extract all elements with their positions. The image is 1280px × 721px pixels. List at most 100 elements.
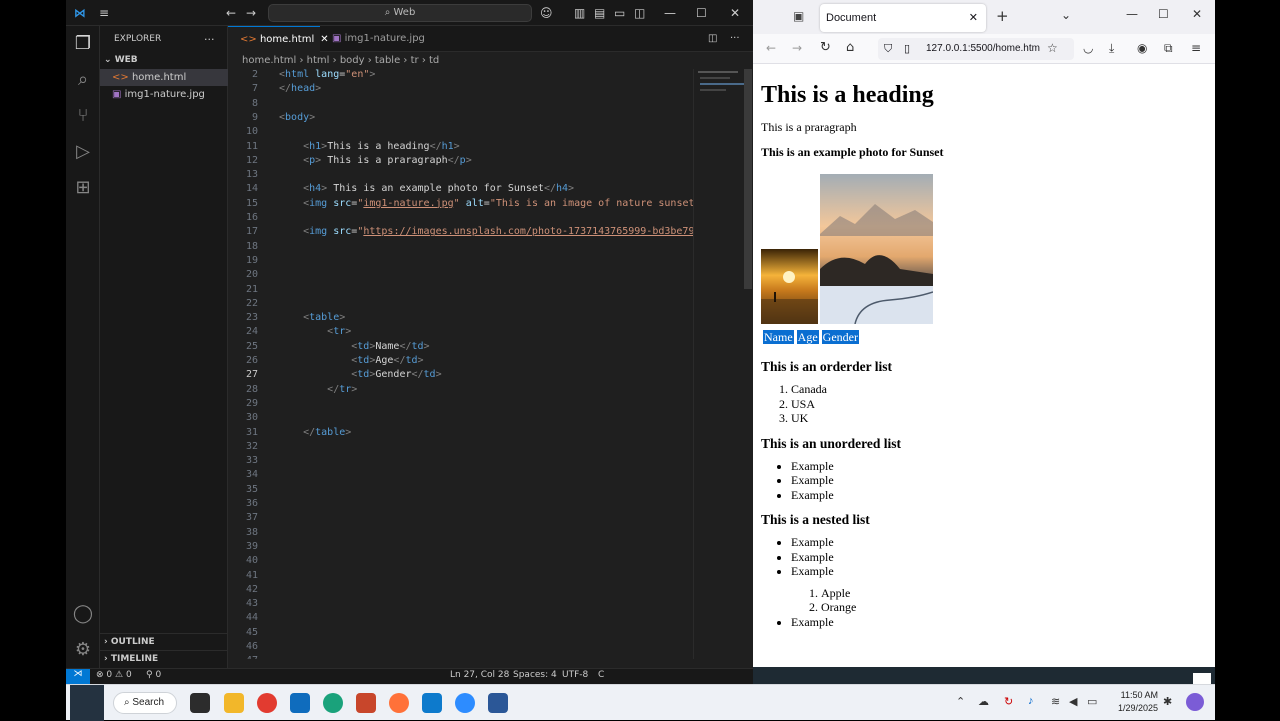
code-line[interactable]: <h4> This is an example photo for Sunset…: [279, 183, 574, 194]
code-line[interactable]: <html lang="en">: [279, 69, 375, 80]
widgets-thumbnail[interactable]: [70, 685, 104, 721]
outlook-icon[interactable]: [290, 693, 310, 713]
breadcrumb-item[interactable]: html: [307, 55, 330, 66]
clock[interactable]: 11:50 AM 1/29/2025: [1106, 689, 1158, 715]
indentation[interactable]: Spaces: 4: [513, 670, 557, 680]
tab-img1-nature[interactable]: ▣ img1-nature.jpg: [320, 26, 430, 52]
copilot-icon[interactable]: [1186, 693, 1204, 711]
back-arrow-icon[interactable]: ←: [226, 6, 236, 20]
chrome-icon[interactable]: [257, 693, 277, 713]
split-editor-icon[interactable]: ◫: [708, 26, 728, 52]
end-of-line[interactable]: C: [598, 670, 604, 680]
home-icon[interactable]: ⌂: [846, 40, 854, 55]
breadcrumb-item[interactable]: tr: [411, 55, 419, 66]
code-line[interactable]: </table>: [279, 427, 351, 438]
code-line[interactable]: <body>: [279, 112, 315, 123]
bookmark-star-icon[interactable]: ☆: [1047, 41, 1058, 55]
minimize-icon[interactable]: —: [664, 6, 676, 20]
list-tabs-icon[interactable]: ⌄: [1061, 8, 1071, 22]
tab-manager-icon[interactable]: ▣: [793, 9, 804, 23]
maximize-icon[interactable]: ☐: [696, 6, 707, 20]
notifications-icon[interactable]: ✱: [1163, 695, 1172, 708]
close-icon[interactable]: ✕: [1192, 7, 1202, 21]
accounts-icon[interactable]: ◯: [71, 602, 95, 626]
app-menu-icon[interactable]: ≡: [1191, 41, 1201, 55]
file-img1-nature[interactable]: ▣ img1-nature.jpg: [100, 86, 228, 103]
vscode-taskbar-icon[interactable]: [422, 693, 442, 713]
editor-scrollbar[interactable]: [744, 69, 752, 289]
ports-indicator[interactable]: ⚲ 0: [146, 670, 161, 680]
minimap[interactable]: [693, 69, 753, 659]
code-line[interactable]: <tr>: [279, 326, 351, 337]
back-arrow-icon[interactable]: ←: [766, 41, 776, 55]
remote-indicator-icon[interactable]: ⋊: [66, 669, 90, 684]
command-center-search[interactable]: ⌕ Web: [268, 4, 532, 22]
explorer-icon[interactable]: ❐: [71, 32, 95, 56]
problems-indicator[interactable]: ⊗ 0 ⚠ 0: [96, 670, 132, 680]
cursor-position[interactable]: Ln 27, Col 28: [450, 670, 509, 680]
pocket-icon[interactable]: ◡: [1083, 41, 1093, 55]
code-editor[interactable]: 2 <html lang="en"> 7 </head> 8 9 <body> 10 11 <h…: [228, 69, 693, 659]
page-info-icon[interactable]: ▯: [904, 38, 910, 60]
code-line[interactable]: <img src="https://images.unsplash.com/ph…: [279, 226, 693, 237]
extensions-icon[interactable]: ⊞: [71, 176, 95, 200]
timeline-section[interactable]: › TIMELINE: [100, 650, 228, 667]
new-tab-icon[interactable]: +: [996, 7, 1009, 25]
more-actions-icon[interactable]: ···: [730, 26, 750, 52]
file-explorer-icon[interactable]: [224, 693, 244, 713]
run-debug-icon[interactable]: ▷: [71, 140, 95, 164]
zoom-icon[interactable]: [455, 693, 475, 713]
show-hidden-icons-icon[interactable]: ⌃: [956, 695, 965, 708]
close-tab-icon[interactable]: ✕: [969, 4, 978, 32]
browser-tab-document[interactable]: Document ✕: [820, 4, 986, 32]
breadcrumb-item[interactable]: table: [375, 55, 400, 66]
more-actions-icon[interactable]: ···: [204, 31, 224, 48]
forward-arrow-icon[interactable]: →: [792, 41, 802, 55]
app-icon[interactable]: [356, 693, 376, 713]
breadcrumb-item[interactable]: home.html: [242, 55, 296, 66]
url-bar[interactable]: ⛉ ▯ 127.0.0.1:5500/home.htm: [878, 38, 1074, 60]
copilot-icon[interactable]: ☺: [540, 6, 553, 20]
code-line[interactable]: <img src="img1-nature.jpg" alt="This is …: [279, 198, 693, 209]
outline-section[interactable]: › OUTLINE: [100, 633, 228, 650]
file-home-html[interactable]: <> home.html: [100, 69, 228, 86]
layout-icon[interactable]: ▥: [574, 6, 585, 20]
taskbar-search[interactable]: ⌕ Search: [113, 692, 177, 714]
tab-home-html[interactable]: <> home.html ✕: [228, 26, 329, 52]
tracking-protection-icon[interactable]: ⛉: [884, 38, 892, 60]
extensions-icon[interactable]: ⧉: [1164, 41, 1173, 56]
encoding[interactable]: UTF-8: [562, 670, 588, 680]
wifi-icon[interactable]: ≋: [1051, 695, 1060, 708]
code-line[interactable]: <td>Age</td>: [279, 355, 423, 366]
toggle-panel-icon[interactable]: ▭: [614, 6, 625, 20]
downloads-icon[interactable]: ⤓: [1109, 41, 1114, 56]
account-icon[interactable]: ◉: [1137, 41, 1147, 55]
settings-gear-icon[interactable]: ⚙: [71, 638, 95, 662]
forward-arrow-icon[interactable]: →: [246, 6, 256, 20]
breadcrumb-item[interactable]: body: [340, 55, 365, 66]
code-line[interactable]: <td>Name</td>: [279, 341, 429, 352]
edge-icon[interactable]: [323, 693, 343, 713]
code-line[interactable]: <table>: [279, 312, 345, 323]
close-icon[interactable]: ✕: [730, 6, 740, 20]
minimize-icon[interactable]: —: [1126, 7, 1138, 21]
code-line[interactable]: <p> This is a praragraph</p>: [279, 155, 472, 166]
code-line[interactable]: </head>: [279, 83, 321, 94]
menu-icon[interactable]: ≡: [99, 6, 109, 20]
maximize-icon[interactable]: ☐: [1158, 7, 1169, 21]
code-line[interactable]: <td>Gender</td>: [279, 369, 441, 380]
search-icon[interactable]: ⌕: [71, 68, 95, 92]
breadcrumb-item[interactable]: td: [429, 55, 439, 66]
code-line[interactable]: <h1>This is a heading</h1>: [279, 141, 460, 152]
firefox-icon[interactable]: [389, 693, 409, 713]
task-view-icon[interactable]: [190, 693, 210, 713]
reload-icon[interactable]: ↻: [820, 40, 831, 55]
toggle-secondary-sidebar-icon[interactable]: ◫: [634, 6, 645, 20]
source-control-icon[interactable]: ⑂: [71, 104, 95, 128]
sync-icon[interactable]: ↻: [1004, 695, 1013, 708]
microphone-icon[interactable]: ♪: [1028, 695, 1034, 707]
volume-icon[interactable]: ◀: [1069, 695, 1077, 708]
toggle-sidebar-icon[interactable]: ▤: [594, 6, 605, 20]
onedrive-icon[interactable]: ☁: [978, 695, 989, 708]
word-icon[interactable]: [488, 693, 508, 713]
